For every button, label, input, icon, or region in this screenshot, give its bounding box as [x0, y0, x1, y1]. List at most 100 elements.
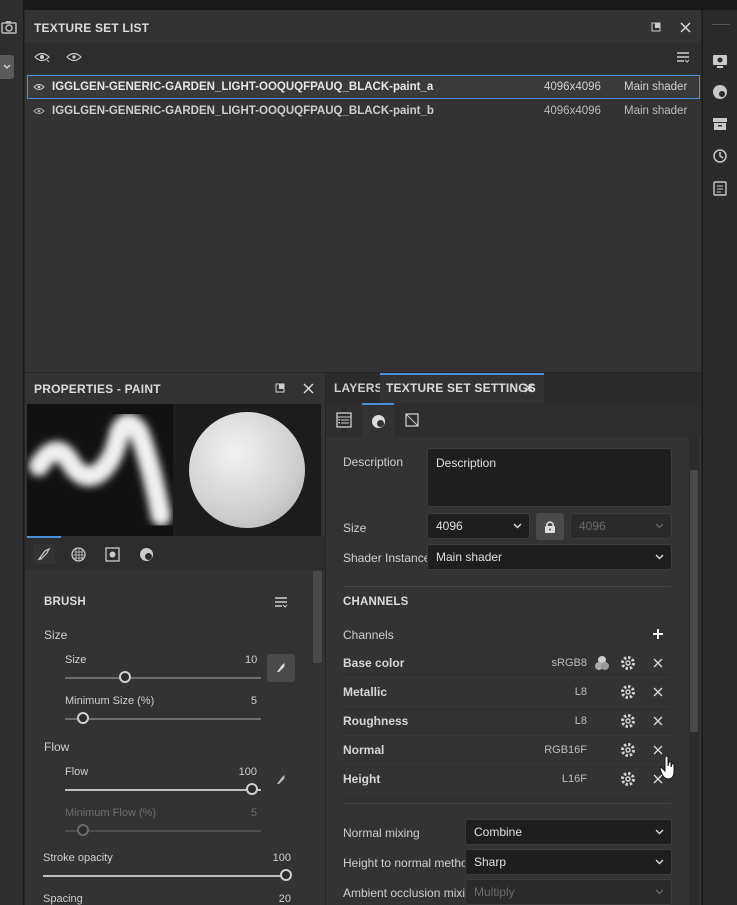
lock-button[interactable]: [536, 513, 564, 540]
normal-mixing-dropdown[interactable]: Combine: [465, 819, 672, 845]
ao-mixing-label: Ambient occlusion mixing: [343, 886, 479, 900]
stroke-opacity-value: 100: [272, 852, 291, 864]
toolbar: [25, 43, 701, 73]
close-icon[interactable]: [651, 656, 665, 670]
shader-instance-label: Shader Instance: [343, 551, 431, 565]
gear-icon[interactable]: [619, 770, 637, 788]
texture-set-shader: Main shader: [624, 81, 688, 93]
properties-scrollbar[interactable]: [313, 571, 322, 663]
list-menu-icon[interactable]: [675, 49, 691, 65]
gear-icon[interactable]: [619, 712, 637, 730]
gear-icon[interactable]: [619, 741, 637, 759]
settings-scrollbar-thumb[interactable]: [690, 470, 698, 732]
display-settings-icon[interactable]: [711, 52, 729, 70]
stencil-tab-icon[interactable]: [101, 544, 123, 564]
gear-icon[interactable]: [619, 654, 637, 672]
close-icon[interactable]: [651, 714, 665, 728]
flow-slider-knob[interactable]: [246, 783, 258, 795]
eye-icon[interactable]: [65, 48, 83, 66]
channel-format: L16F: [561, 773, 587, 785]
brush-tab-icon[interactable]: [33, 544, 55, 564]
visibility-icon[interactable]: [32, 107, 46, 115]
flow-label: Flow: [65, 766, 89, 778]
size-slider-knob[interactable]: [119, 671, 131, 683]
gear-icon[interactable]: [619, 683, 637, 701]
channel-format: L8: [574, 715, 587, 727]
min-size-slider-knob[interactable]: [77, 712, 89, 724]
size-slider-track[interactable]: [65, 677, 261, 679]
tab-layers[interactable]: LAYERS: [334, 381, 383, 395]
channel-format: RGB16F: [544, 744, 587, 756]
close-icon[interactable]: [651, 685, 665, 699]
top-bar: [24, 0, 737, 10]
description-field[interactable]: Description: [427, 448, 672, 507]
eye-cycle-icon[interactable]: [33, 48, 51, 66]
panel-title: PROPERTIES - PAINT: [34, 382, 161, 396]
shader-settings-icon[interactable]: [711, 83, 729, 101]
toolbar-separator: [712, 24, 730, 25]
ao-mixing-value: Multiply: [474, 885, 515, 899]
add-channel-icon[interactable]: [650, 626, 666, 642]
channel-row[interactable]: Roughness L8: [343, 707, 671, 736]
left-panel-strip: [0, 0, 24, 905]
shader-instance-value: Main shader: [436, 550, 503, 564]
brush-menu-icon[interactable]: [273, 594, 289, 610]
flow-pen-pressure-icon[interactable]: [273, 772, 289, 788]
size-dropdown[interactable]: 4096: [427, 513, 530, 539]
close-icon[interactable]: [300, 380, 316, 396]
tab-texture-set-settings[interactable]: TEXTURE SET SETTINGS: [386, 381, 536, 395]
texture-set-list-panel: TEXTURE SET LIST IGGLGEN-GENERIC-GARDEN_…: [25, 10, 701, 372]
channels-label: Channels: [343, 628, 394, 642]
visibility-icon[interactable]: [32, 83, 46, 91]
log-icon[interactable]: [711, 179, 729, 197]
flow-group-label: Flow: [44, 740, 70, 754]
material-sphere-preview: [173, 404, 321, 536]
texture-set-row[interactable]: IGGLGEN-GENERIC-GARDEN_LIGHT-OOQUQFPAUQ_…: [27, 75, 700, 99]
brush-stroke-preview: [27, 404, 173, 536]
alpha-tab-icon[interactable]: [67, 544, 89, 564]
channel-row[interactable]: Base color sRGB8: [343, 649, 671, 678]
channel-row[interactable]: Normal RGB16F: [343, 736, 671, 765]
flow-value: 100: [238, 766, 257, 778]
stroke-opacity-slider-track[interactable]: [43, 875, 289, 877]
subtab-active-indicator: [362, 403, 394, 405]
channel-row[interactable]: Metallic L8: [343, 678, 671, 707]
hand-cursor-icon: [659, 756, 677, 780]
history-icon[interactable]: [711, 147, 729, 165]
channel-name: Normal: [343, 743, 385, 757]
description-value: Description: [436, 456, 497, 470]
texture-set-resolution: 4096x4096: [544, 81, 601, 93]
close-icon[interactable]: [677, 19, 693, 35]
close-icon[interactable]: [651, 743, 665, 757]
material-subtab-icon[interactable]: [362, 406, 394, 437]
chevron-down-icon: [654, 856, 665, 867]
panel-title: TEXTURE SET LIST: [34, 21, 150, 35]
ao-mixing-dropdown: Multiply: [465, 879, 672, 905]
maximize-icon[interactable]: [649, 20, 663, 34]
properties-panel: PROPERTIES - PAINT BRUSH Size Size 10 Mi…: [25, 373, 325, 905]
assets-icon[interactable]: [711, 115, 729, 133]
texture-set-row[interactable]: IGGLGEN-GENERIC-GARDEN_LIGHT-OOQUQFPAUQ_…: [28, 99, 700, 123]
channel-row[interactable]: Height L16F: [343, 765, 671, 794]
chevron-down-icon: [654, 520, 665, 531]
spacing-value: 20: [278, 893, 291, 905]
size-linked-value: 4096: [579, 519, 606, 533]
pen-pressure-button[interactable]: [267, 654, 295, 682]
size-label: Size: [65, 654, 87, 666]
channel-name: Roughness: [343, 714, 409, 728]
texture-settings-tab-icon[interactable]: [334, 410, 354, 430]
close-tab-icon[interactable]: [522, 381, 536, 395]
uv-subtab-icon[interactable]: [402, 410, 422, 430]
shader-instance-dropdown[interactable]: Main shader: [427, 544, 672, 570]
color-channels-icon[interactable]: [593, 654, 611, 672]
min-size-slider-track[interactable]: [65, 718, 261, 720]
collapse-dropdown-button[interactable]: [0, 55, 14, 79]
chevron-down-icon: [512, 520, 523, 531]
flow-slider-track[interactable]: [65, 789, 261, 791]
camera-icon[interactable]: [0, 18, 18, 36]
stroke-opacity-slider-knob[interactable]: [280, 869, 292, 881]
min-size-value: 5: [250, 695, 257, 707]
maximize-icon[interactable]: [273, 381, 287, 395]
height-to-normal-dropdown[interactable]: Sharp: [465, 849, 672, 875]
material-tab-icon[interactable]: [135, 544, 157, 564]
